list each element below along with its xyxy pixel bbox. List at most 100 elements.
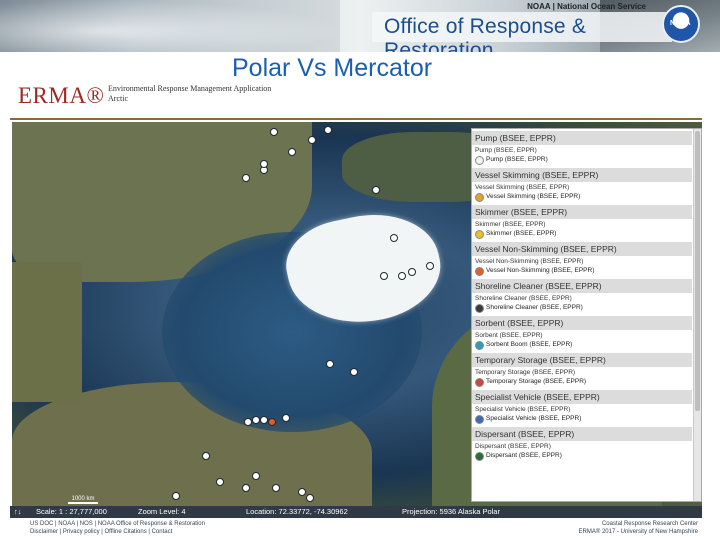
pan-arrows-icon[interactable]: ↑↓ <box>14 507 22 516</box>
legend-layer-title: Pump (BSEE, EPPR) <box>475 147 537 154</box>
legend-category: Temporary Storage (BSEE, EPPR) Temporary… <box>472 353 701 388</box>
legend-item: Specialist Vehicle (BSEE, EPPR) <box>472 414 701 425</box>
sorbent-icon <box>475 341 484 350</box>
map-marker[interactable] <box>306 494 314 502</box>
map-marker[interactable] <box>244 418 252 426</box>
noaa-logo-icon: NOAA <box>662 5 700 43</box>
legend-layer-title: Temporary Storage (BSEE, EPPR) <box>475 369 576 376</box>
page-footer: US DOC | NOAA | NOS | NOAA Office of Res… <box>10 518 702 538</box>
map-marker[interactable] <box>268 418 276 426</box>
legend-scrollbar[interactable] <box>693 129 701 501</box>
map-marker[interactable] <box>380 272 388 280</box>
zoom-level-readout: Zoom Level: 4 <box>138 507 186 516</box>
projection-readout: Projection: 5936 Alaska Polar <box>402 507 500 516</box>
map-marker[interactable] <box>172 492 180 500</box>
vessel-skimming-icon <box>475 193 484 202</box>
map-scale-bar: 1000 km <box>68 496 98 504</box>
legend-category-header[interactable]: Sorbent (BSEE, EPPR) <box>472 316 692 330</box>
banner-ice-image <box>0 0 340 52</box>
map-marker[interactable] <box>242 484 250 492</box>
footer-agency-links[interactable]: US DOC | NOAA | NOS | NOAA Office of Res… <box>30 520 205 528</box>
legend-item: Vessel Non-Skimming (BSEE, EPPR) <box>472 266 701 277</box>
land-west <box>12 262 82 402</box>
legend-category: Sorbent (BSEE, EPPR) Sorbent (BSEE, EPPR… <box>472 316 701 351</box>
erma-subtitle: Environmental Response Management Applic… <box>108 84 271 104</box>
agency-banner: NOAA | National Ocean Service Office of … <box>0 0 720 52</box>
legend-layer-title: Vessel Non-Skimming (BSEE, EPPR) <box>475 258 584 265</box>
erma-subtitle-line2: Arctic <box>108 94 128 103</box>
legend-category: Vessel Skimming (BSEE, EPPR) Vessel Skim… <box>472 168 701 203</box>
legend-category: Vessel Non-Skimming (BSEE, EPPR) Vessel … <box>472 242 701 277</box>
legend-category-header[interactable]: Skimmer (BSEE, EPPR) <box>472 205 692 219</box>
map-marker[interactable] <box>252 472 260 480</box>
legend-category: Dispersant (BSEE, EPPR) Dispersant (BSEE… <box>472 427 701 462</box>
legend-category-header[interactable]: Temporary Storage (BSEE, EPPR) <box>472 353 692 367</box>
map-marker[interactable] <box>216 478 224 486</box>
map-marker[interactable] <box>270 128 278 136</box>
map-marker[interactable] <box>372 186 380 194</box>
legend-item: Sorbent Boom (BSEE, EPPR) <box>472 340 701 351</box>
map-marker[interactable] <box>202 452 210 460</box>
agency-name: NOAA | National Ocean Service <box>527 2 646 11</box>
map-marker[interactable] <box>298 488 306 496</box>
map-marker[interactable] <box>398 272 406 280</box>
legend-item: Dispersant (BSEE, EPPR) <box>472 451 701 462</box>
legend-layer-title: Vessel Skimming (BSEE, EPPR) <box>475 184 570 191</box>
legend-category-header[interactable]: Dispersant (BSEE, EPPR) <box>472 427 692 441</box>
footer-credit-line1[interactable]: Coastal Response Research Center <box>579 520 698 528</box>
pump-icon <box>475 156 484 165</box>
map-marker[interactable] <box>252 416 260 424</box>
map-marker[interactable] <box>426 262 434 270</box>
map-marker[interactable] <box>282 414 290 422</box>
skimmer-icon <box>475 230 484 239</box>
footer-policy-links[interactable]: Disclaimer | Privacy policy | Offline Ci… <box>30 528 205 536</box>
map-marker[interactable] <box>326 360 334 368</box>
erma-subtitle-line1: Environmental Response Management Applic… <box>108 84 272 93</box>
map-marker[interactable] <box>308 136 316 144</box>
specialist-vehicle-icon <box>475 415 484 424</box>
map-marker[interactable] <box>288 148 296 156</box>
legend-category-header[interactable]: Shoreline Cleaner (BSEE, EPPR) <box>472 279 692 293</box>
dispersant-icon <box>475 452 484 461</box>
shoreline-cleaner-icon <box>475 304 484 313</box>
legend-layer-title: Skimmer (BSEE, EPPR) <box>475 221 546 228</box>
map-status-bar: ↑↓ Scale: 1 : 27,777,000 Zoom Level: 4 L… <box>10 506 702 518</box>
legend-item: Vessel Skimming (BSEE, EPPR) <box>472 192 701 203</box>
legend-layer-title: Shoreline Cleaner (BSEE, EPPR) <box>475 295 572 302</box>
legend-category-header[interactable]: Pump (BSEE, EPPR) <box>472 131 692 145</box>
legend-category: Shoreline Cleaner (BSEE, EPPR) Shoreline… <box>472 279 701 314</box>
erma-logo[interactable]: ERMA® <box>18 83 104 109</box>
slide-title: Polar Vs Mercator <box>232 54 433 82</box>
legend-layer-title: Dispersant (BSEE, EPPR) <box>475 443 551 450</box>
footer-credit-line2: ERMA® 2017 - University of New Hampshire <box>578 529 698 535</box>
legend-item: Skimmer (BSEE, EPPR) <box>472 229 701 240</box>
legend-item: Shoreline Cleaner (BSEE, EPPR) <box>472 303 701 314</box>
map-marker[interactable] <box>350 368 358 376</box>
temporary-storage-icon <box>475 378 484 387</box>
map-marker[interactable] <box>390 234 398 242</box>
layer-legend-panel[interactable]: Pump (BSEE, EPPR) Pump (BSEE, EPPR) Pump… <box>471 128 702 502</box>
legend-category-list: Pump (BSEE, EPPR) Pump (BSEE, EPPR) Pump… <box>472 131 701 462</box>
legend-category: Skimmer (BSEE, EPPR) Skimmer (BSEE, EPPR… <box>472 205 701 240</box>
map-marker[interactable] <box>242 174 250 182</box>
office-title: Office of Response & Restoration <box>372 12 672 52</box>
map-marker[interactable] <box>408 268 416 276</box>
header-divider <box>10 118 702 120</box>
map-marker[interactable] <box>324 126 332 134</box>
footer-links[interactable]: US DOC | NOAA | NOS | NOAA Office of Res… <box>30 520 205 536</box>
map-marker[interactable] <box>272 484 280 492</box>
cursor-location-readout: Location: 72.33772, -74.30962 <box>246 507 348 516</box>
legend-category: Pump (BSEE, EPPR) Pump (BSEE, EPPR) Pump… <box>472 131 701 166</box>
legend-category-header[interactable]: Vessel Skimming (BSEE, EPPR) <box>472 168 692 182</box>
map-scale-readout: Scale: 1 : 27,777,000 <box>36 507 107 516</box>
map-marker[interactable] <box>260 416 268 424</box>
legend-category-header[interactable]: Vessel Non-Skimming (BSEE, EPPR) <box>472 242 692 256</box>
legend-item: Pump (BSEE, EPPR) <box>472 155 701 166</box>
legend-category-header[interactable]: Specialist Vehicle (BSEE, EPPR) <box>472 390 692 404</box>
legend-layer-title: Specialist Vehicle (BSEE, EPPR) <box>475 406 571 413</box>
legend-category: Specialist Vehicle (BSEE, EPPR) Speciali… <box>472 390 701 425</box>
legend-layer-title: Sorbent (BSEE, EPPR) <box>475 332 543 339</box>
footer-credits: Coastal Response Research Center ERMA® 2… <box>579 520 698 536</box>
map-marker[interactable] <box>260 160 268 168</box>
legend-item: Temporary Storage (BSEE, EPPR) <box>472 377 701 388</box>
